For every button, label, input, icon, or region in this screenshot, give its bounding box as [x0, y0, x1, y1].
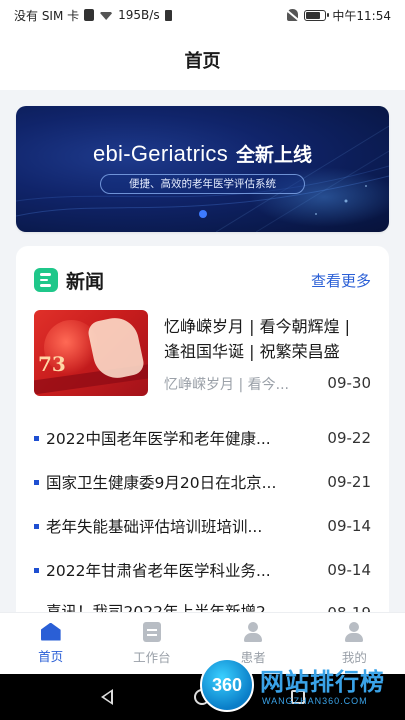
status-right: 中午11:54 — [287, 7, 391, 24]
featured-news-thumbnail: 73 — [34, 310, 148, 396]
news-section-title: 新闻 — [66, 270, 105, 293]
bullet-icon — [34, 523, 39, 529]
battery-level — [306, 11, 320, 19]
page-title-bar: 首页 — [0, 30, 405, 90]
network-speed: 195B/s — [118, 8, 160, 22]
carrier-label: 没有 SIM 卡 — [14, 8, 80, 23]
banner-page-indicator[interactable] — [199, 210, 207, 218]
clock: 中午11:54 — [332, 8, 391, 23]
news-list-item[interactable]: 2022年甘肃省老年医学科业务... 09-14 — [34, 548, 371, 592]
news-icon — [34, 268, 58, 292]
banner-title: ebi-Geriatrics 全新上线 — [16, 140, 389, 167]
banner-title-en: ebi-Geriatrics — [92, 141, 228, 166]
bullet-icon — [34, 479, 39, 485]
watermark: 360 网站排行榜 WANGZHAN360.COM — [196, 656, 405, 718]
news-item-date: 09-21 — [327, 473, 371, 491]
view-more-link[interactable]: 查看更多 — [311, 270, 371, 291]
profile-icon — [344, 621, 364, 642]
watermark-logo-badge: 360 — [200, 658, 254, 712]
banner-title-cn: 全新上线 — [236, 144, 313, 166]
mute-bell-icon — [287, 9, 299, 21]
notification-icon — [164, 9, 172, 21]
watermark-title: 网站排行榜 — [260, 668, 385, 696]
wifi-icon — [99, 12, 114, 20]
tab-workbench[interactable]: 工作台 — [112, 621, 192, 666]
page-title: 首页 — [184, 51, 221, 72]
news-item-title: 2022年甘肃省老年医学科业务... — [46, 562, 271, 580]
status-bar: 没有 SIM 卡 195B/s 中午11:54 — [0, 0, 405, 30]
tab-home-label: 首页 — [38, 648, 64, 664]
featured-news-date: 09-30 — [327, 374, 371, 392]
watermark-subtitle: WANGZHAN360.COM — [262, 696, 368, 706]
featured-news-item[interactable]: 73 忆峥嵘岁月 | 看今朝辉煌 | 逢祖国华诞 | 祝繁荣昌盛 忆峥嵘岁月 |… — [34, 310, 371, 398]
home-icon — [40, 622, 61, 641]
promo-banner[interactable]: ebi-Geriatrics 全新上线 便捷、高效的老年医学评估系统 — [16, 106, 389, 232]
news-item-title: 国家卫生健康委9月20日在北京... — [46, 474, 277, 492]
battery-icon — [304, 9, 330, 21]
patient-icon — [243, 621, 263, 642]
featured-news-summary: 忆峥嵘岁月 | 看今... — [164, 377, 289, 393]
news-title-group: 新闻 — [34, 267, 104, 294]
news-list-item[interactable]: 2022中国老年医学和老年健康... 09-22 — [34, 416, 371, 460]
workbench-icon — [142, 621, 161, 642]
news-item-title: 老年失能基础评估培训班培训... — [46, 518, 263, 536]
news-list: 2022中国老年医学和老年健康... 09-22 国家卫生健康委9月20日在北京… — [34, 416, 371, 622]
back-icon[interactable] — [100, 689, 113, 705]
news-list-item[interactable]: 老年失能基础评估培训班培训... 09-14 — [34, 504, 371, 548]
sim-alert-icon — [84, 9, 95, 21]
bullet-icon — [34, 567, 39, 573]
tab-home[interactable]: 首页 — [11, 622, 91, 665]
news-item-date: 09-14 — [327, 561, 371, 579]
news-item-date: 09-14 — [327, 517, 371, 535]
bullet-icon — [34, 435, 39, 441]
news-item-date: 09-22 — [327, 429, 371, 447]
tab-workbench-label: 工作台 — [133, 649, 171, 665]
news-list-item[interactable]: 国家卫生健康委9月20日在北京... 09-21 — [34, 460, 371, 504]
news-card: 新闻 查看更多 73 忆峥嵘岁月 | 看今朝辉煌 | 逢祖国华诞 | 祝繁荣昌盛… — [16, 246, 389, 626]
news-item-title: 2022中国老年医学和老年健康... — [46, 430, 271, 448]
status-left: 没有 SIM 卡 195B/s — [14, 7, 172, 24]
banner-subtitle: 便捷、高效的老年医学评估系统 — [100, 174, 305, 194]
featured-news-headline: 忆峥嵘岁月 | 看今朝辉煌 | 逢祖国华诞 | 祝繁荣昌盛 — [164, 317, 351, 361]
news-header: 新闻 查看更多 — [34, 266, 371, 294]
